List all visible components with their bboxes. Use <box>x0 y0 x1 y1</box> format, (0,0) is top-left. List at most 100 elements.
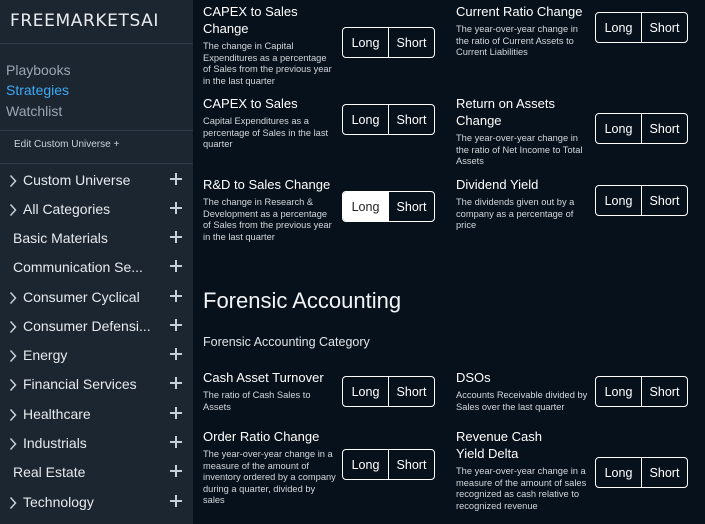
nav-watchlist[interactable]: Watchlist <box>6 103 62 119</box>
sidebar-item-real-estate[interactable]: Real Estate <box>0 460 193 489</box>
long-button[interactable]: Long <box>596 13 642 42</box>
sidebar-item-all-categories[interactable]: All Categories <box>0 197 193 226</box>
chevron-right-icon <box>9 203 19 217</box>
short-button[interactable]: Short <box>389 377 434 406</box>
chevron-right-icon <box>9 291 19 305</box>
plus-icon[interactable] <box>170 319 182 331</box>
long-button[interactable]: Long <box>596 458 642 487</box>
divider <box>0 130 193 131</box>
short-button[interactable]: Short <box>642 114 687 143</box>
strategy-card: Dividend Yield The dividends given out b… <box>456 176 591 232</box>
strategy-title: Current Ratio Change <box>456 4 583 19</box>
chevron-right-icon <box>9 437 19 451</box>
sidebar: FREEMARKETSAI Playbooks Strategies Watch… <box>0 0 193 524</box>
plus-icon[interactable] <box>170 436 182 448</box>
strategy-description: The year-over-year change in the ratio o… <box>456 133 583 167</box>
long-short-toggle: Long Short <box>595 457 688 488</box>
strategy-title: Order Ratio Change <box>203 429 320 444</box>
strategy-card: Revenue Cash Yield Delta The year-over-y… <box>456 428 591 512</box>
sidebar-item-label: Consumer Cyclical <box>23 289 140 305</box>
strategy-card: R&D to Sales Change The change in Resear… <box>203 176 336 243</box>
strategy-description: The year-over-year change in a measure o… <box>203 449 336 506</box>
plus-icon[interactable] <box>170 260 182 272</box>
strategy-title: CAPEX to Sales <box>203 96 298 111</box>
plus-icon[interactable] <box>170 465 182 477</box>
sidebar-item-label: Consumer Defensi... <box>23 318 151 334</box>
plus-icon[interactable] <box>170 202 182 214</box>
strategy-title: Revenue Cash Yield Delta <box>456 429 542 461</box>
sidebar-item-financial-services[interactable]: Financial Services <box>0 372 193 401</box>
sidebar-item-label: Healthcare <box>23 406 91 422</box>
plus-icon[interactable] <box>170 495 182 507</box>
long-button[interactable]: Long <box>596 186 642 215</box>
short-button[interactable]: Short <box>642 13 687 42</box>
plus-icon[interactable] <box>170 348 182 360</box>
sidebar-item-label: Basic Materials <box>13 230 108 246</box>
sidebar-item-basic-materials[interactable]: Basic Materials <box>0 226 193 255</box>
long-short-toggle: Long Short <box>342 191 435 222</box>
long-short-toggle: Long Short <box>342 376 435 407</box>
plus-icon[interactable] <box>170 407 182 419</box>
plus-icon[interactable] <box>170 377 182 389</box>
sidebar-item-label: Industrials <box>23 435 87 451</box>
sidebar-item-label: Energy <box>23 347 68 363</box>
sidebar-item-energy[interactable]: Energy <box>0 343 193 372</box>
long-short-toggle: Long Short <box>595 113 688 144</box>
long-short-toggle: Long Short <box>595 12 688 43</box>
sidebar-item-consumer-defensive[interactable]: Consumer Defensi... <box>0 314 193 343</box>
nav-strategies[interactable]: Strategies <box>6 82 69 98</box>
sidebar-item-label: Financial Services <box>23 376 137 392</box>
sidebar-item-consumer-cyclical[interactable]: Consumer Cyclical <box>0 285 193 314</box>
sidebar-item-label: Technology <box>23 494 94 510</box>
sidebar-item-label: Custom Universe <box>23 172 131 188</box>
long-short-toggle: Long Short <box>342 449 435 480</box>
long-short-toggle: Long Short <box>342 104 435 135</box>
long-button[interactable]: Long <box>343 192 389 221</box>
long-button[interactable]: Long <box>343 377 389 406</box>
strategy-title: Cash Asset Turnover <box>203 370 324 385</box>
long-button[interactable]: Long <box>596 377 642 406</box>
strategy-card: Cash Asset Turnover The ratio of Cash Sa… <box>203 369 336 413</box>
short-button[interactable]: Short <box>389 28 434 57</box>
short-button[interactable]: Short <box>389 105 434 134</box>
plus-icon[interactable] <box>170 231 182 243</box>
long-button[interactable]: Long <box>343 28 389 57</box>
sidebar-item-industrials[interactable]: Industrials <box>0 431 193 460</box>
strategy-card: DSOs Accounts Receivable divided by Sale… <box>456 369 591 413</box>
chevron-right-icon <box>9 378 19 392</box>
strategy-title: DSOs <box>456 370 491 385</box>
long-button[interactable]: Long <box>343 450 389 479</box>
strategy-description: Capital Expenditures as a percentage of … <box>203 116 329 150</box>
short-button[interactable]: Short <box>642 186 687 215</box>
strategy-title: R&D to Sales Change <box>203 177 331 192</box>
strategy-description: The change in Capital Expenditures as a … <box>203 41 332 86</box>
sidebar-item-technology[interactable]: Technology <box>0 490 193 519</box>
sidebar-item-healthcare[interactable]: Healthcare <box>0 402 193 431</box>
short-button[interactable]: Short <box>642 458 687 487</box>
chevron-right-icon <box>9 174 19 188</box>
chevron-right-icon <box>9 408 19 422</box>
edit-custom-universe-link[interactable]: Edit Custom Universe + <box>14 139 119 150</box>
brand-logo[interactable]: FREEMARKETSAI <box>10 11 159 31</box>
strategy-description: The year-over-year change in a measure o… <box>456 466 587 511</box>
long-button[interactable]: Long <box>343 105 389 134</box>
short-button[interactable]: Short <box>389 450 434 479</box>
sidebar-item-communication-services[interactable]: Communication Se... <box>0 255 193 284</box>
strategy-description: Accounts Receivable divided by Sales ove… <box>456 390 588 412</box>
short-button[interactable]: Short <box>642 377 687 406</box>
divider <box>0 43 193 44</box>
strategy-description: The change in Research & Development as … <box>203 197 332 242</box>
chevron-right-icon <box>9 320 19 334</box>
long-short-toggle: Long Short <box>595 185 688 216</box>
long-button[interactable]: Long <box>596 114 642 143</box>
sidebar-item-label: Communication Se... <box>13 259 143 275</box>
strategy-card: CAPEX to Sales Change The change in Capi… <box>203 3 336 87</box>
sidebar-item-label: All Categories <box>23 201 111 217</box>
plus-icon[interactable] <box>170 173 182 185</box>
short-button[interactable]: Short <box>389 192 434 221</box>
nav-playbooks[interactable]: Playbooks <box>6 62 71 78</box>
sidebar-item-custom-universe[interactable]: Custom Universe <box>0 168 193 197</box>
chevron-right-icon <box>9 349 19 363</box>
strategy-description: The dividends given out by a company as … <box>456 197 575 231</box>
plus-icon[interactable] <box>170 290 182 302</box>
